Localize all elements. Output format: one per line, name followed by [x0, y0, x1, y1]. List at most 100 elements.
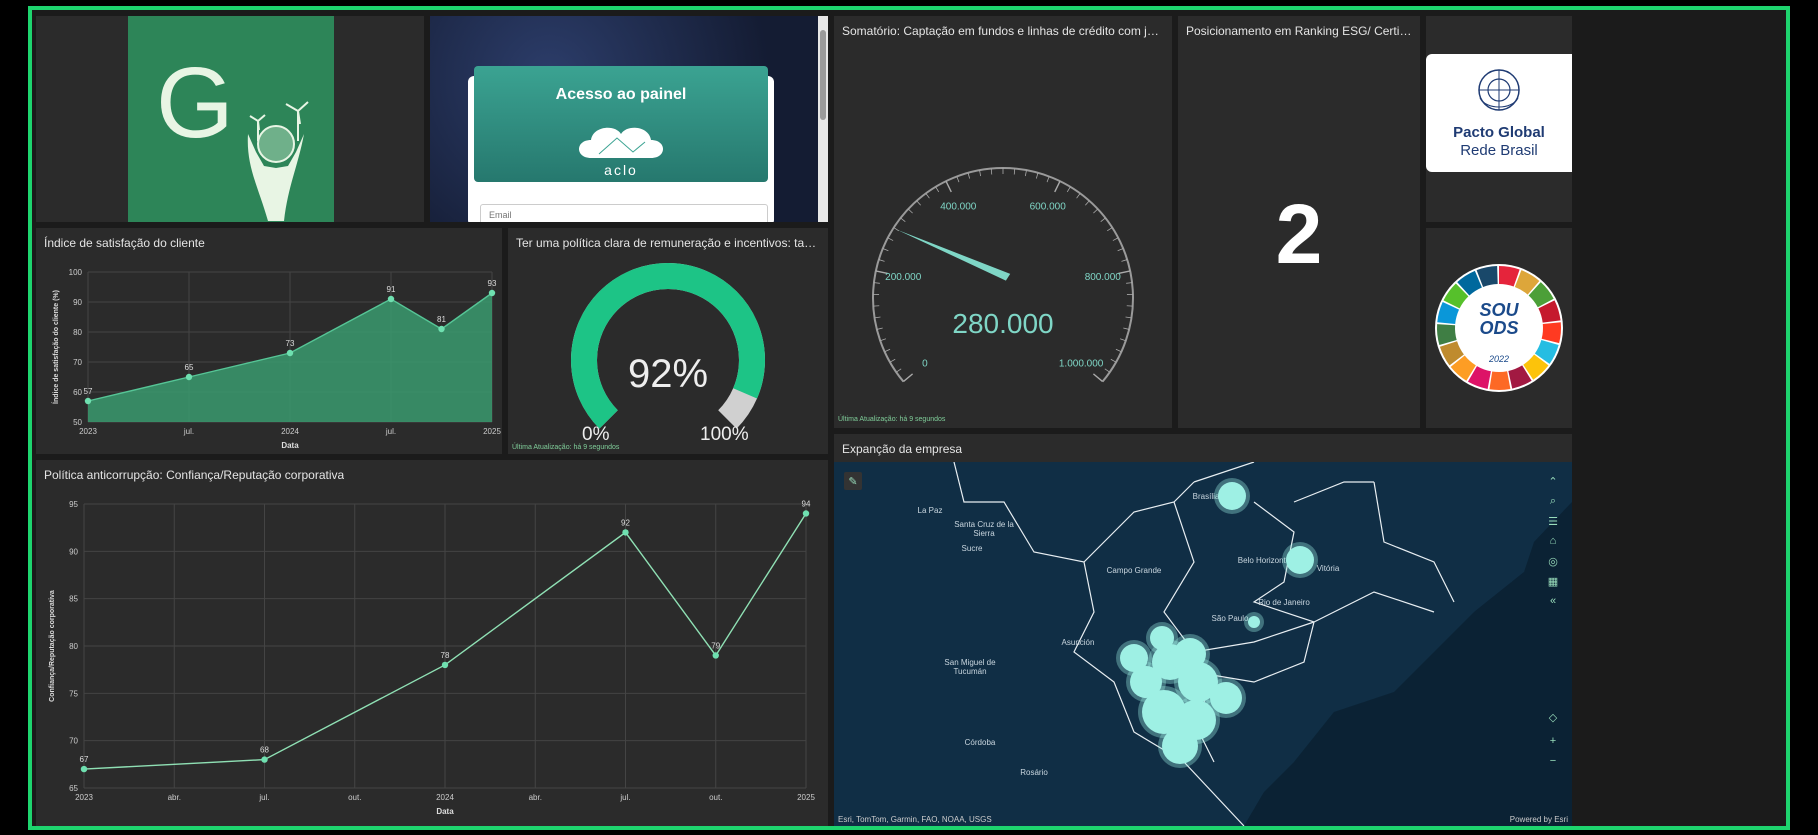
funding-gauge: 0 200.000 400.000 600.000 800.000 1.000.000 — [872, 167, 1134, 383]
gauge-tick — [1066, 186, 1071, 193]
data-label: 79 — [711, 641, 720, 650]
y-tick-label: 80 — [69, 642, 78, 651]
map-title: Expanção da empresa — [842, 442, 963, 456]
data-label: 78 — [441, 651, 450, 660]
gauge-tick — [935, 186, 940, 193]
map-city-label: Santa Cruz de la Sierra — [954, 520, 1014, 538]
layers-list-icon[interactable]: ☰ — [1544, 512, 1562, 530]
y-tick-label: 75 — [69, 689, 78, 698]
y-tick-label: 65 — [69, 784, 78, 793]
gauge-tick — [1093, 208, 1099, 214]
x-tick-label: jul. — [385, 427, 396, 436]
map-view[interactable]: La Paz Santa Cruz de la Sierra Sucre Campo … — [834, 462, 1572, 826]
data-point — [712, 652, 719, 659]
funding-update-note: Última Atualização: há 9 segundos — [838, 416, 946, 423]
gauge-tick — [878, 259, 885, 262]
map-city-label: Córdoba — [964, 738, 996, 747]
gauge-tick — [900, 217, 906, 222]
wrench-icon[interactable]: ✎ — [844, 472, 862, 490]
data-point — [185, 373, 193, 381]
logo-panel: G — [36, 16, 424, 222]
gauge-tick — [945, 180, 952, 193]
collapse-up-icon[interactable]: ⌃ — [1544, 472, 1562, 490]
gauge-tick — [1117, 248, 1124, 252]
y-tick-label: 80 — [73, 328, 82, 337]
gauge-max-label: 100% — [700, 424, 749, 445]
email-field[interactable] — [480, 204, 768, 222]
map-cluster-marker[interactable] — [1218, 482, 1246, 510]
basemap-icon[interactable]: ◎ — [1544, 552, 1562, 570]
map-cluster-marker[interactable] — [1120, 644, 1148, 672]
gauge-fill — [571, 263, 765, 429]
data-label: 91 — [387, 285, 396, 294]
map-powered[interactable]: Powered by Esri — [1510, 815, 1568, 824]
gauge-tick — [979, 170, 982, 177]
ods-panel: SOU ODS 2022 — [1426, 228, 1572, 428]
y-axis-label: Índice de satisfação do cliente (%) — [51, 290, 60, 404]
gauge-tick — [1110, 358, 1117, 363]
x-axis-label: Data — [281, 441, 299, 450]
data-label: 94 — [802, 499, 811, 508]
gauge-tick-label: 600.000 — [1030, 201, 1067, 212]
anticorruption-chart: 65 70 75 80 85 90 95 2023 abr. jul. out. 2024 abr. ju… — [49, 499, 815, 816]
map-cluster-marker[interactable] — [1210, 682, 1242, 714]
anticorruption-panel: Política anticorrupção: Confiança/Reputa… — [36, 460, 828, 826]
search-icon[interactable]: ⌕ — [1544, 492, 1562, 510]
gauge-tick — [925, 193, 930, 199]
data-point — [438, 325, 445, 333]
gauge-tick — [1112, 237, 1119, 241]
home-icon[interactable]: ⌂ — [1544, 532, 1562, 550]
ods-line2: ODS — [1479, 318, 1519, 338]
gauge-tick-label: 400.000 — [940, 201, 977, 212]
map-city-label: Vitória — [1316, 564, 1340, 573]
x-tick-label: out. — [709, 793, 722, 802]
x-tick-label: abr. — [529, 793, 542, 802]
x-tick-label: out. — [348, 793, 361, 802]
map-city-label: Belo Horizonte — [1237, 556, 1291, 565]
data-label: 57 — [84, 387, 93, 396]
ranking-panel: Posicionamento em Ranking ESG/ Certifica… — [1178, 16, 1420, 428]
data-label: 68 — [260, 746, 269, 755]
login-scrollbar[interactable] — [818, 16, 828, 222]
gauge-tick — [884, 348, 891, 353]
map-cluster-marker[interactable] — [1286, 546, 1314, 574]
gauge-tick — [1076, 193, 1081, 199]
scrollbar-thumb[interactable] — [820, 30, 826, 120]
y-tick-label: 90 — [73, 298, 82, 307]
sdg-segment — [1489, 371, 1511, 391]
x-tick-label: 2023 — [75, 793, 93, 802]
gauge-tick — [956, 176, 960, 183]
map-cluster-marker[interactable] — [1162, 728, 1198, 764]
gauge-tick — [916, 200, 921, 206]
collapse-left-icon[interactable]: « — [1544, 592, 1562, 610]
pacto-line1: Pacto Global — [1453, 124, 1545, 141]
data-point — [387, 295, 395, 303]
gauge-tick — [990, 168, 993, 175]
x-tick-label: abr. — [168, 793, 181, 802]
remuneration-panel: Ter uma política clara de remuneração e … — [508, 228, 828, 454]
pacto-panel: Pacto Global Rede Brasil — [1426, 16, 1572, 222]
data-point — [622, 529, 629, 536]
x-tick-label: jul. — [258, 793, 269, 802]
qr-icon[interactable]: ▦ — [1544, 572, 1562, 590]
funding-panel: Somatório: Captação em fundos e linhas d… — [834, 16, 1172, 428]
x-tick-label: 2025 — [797, 793, 815, 802]
company-logo: G — [128, 16, 334, 222]
cloud-icon — [579, 127, 663, 158]
map-attribution: Esri, TomTom, Garmin, FAO, NOAA, USGS — [838, 815, 992, 824]
map-cluster-marker[interactable] — [1248, 616, 1260, 628]
pacto-line2: Rede Brasil — [1460, 142, 1538, 159]
map-cluster-marker[interactable] — [1150, 626, 1174, 650]
zoom-out-icon[interactable]: − — [1544, 752, 1562, 770]
un-globe-icon — [1478, 69, 1520, 111]
gauge-tick — [1046, 176, 1050, 183]
gauge-tick — [889, 358, 896, 363]
gauge-tick — [1115, 348, 1122, 353]
locate-icon[interactable]: ◇ — [1544, 708, 1562, 726]
gauge-tick — [967, 172, 971, 179]
satisfaction-panel: Índice de satisfação do cliente 50 60 70 80… — [36, 228, 502, 454]
zoom-in-icon[interactable]: + — [1544, 732, 1562, 750]
gauge-tick — [1092, 373, 1104, 383]
y-tick-label: 95 — [69, 500, 78, 509]
ods-year: 2022 — [1488, 354, 1510, 364]
